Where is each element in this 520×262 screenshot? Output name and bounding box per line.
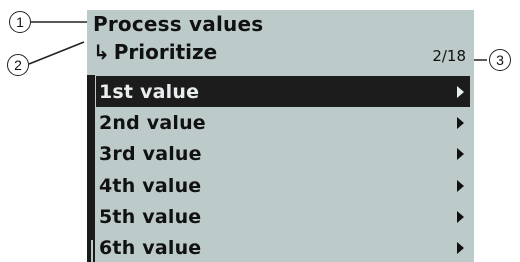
menu-item-label: 5th value [99, 205, 202, 228]
menu-item-label: 2nd value [99, 111, 206, 134]
menu-item-label: 4th value [99, 174, 202, 197]
menu-item-label: 1st value [99, 80, 200, 103]
callout-2-number: 2 [14, 57, 22, 73]
callout-1: 1 [9, 11, 31, 33]
callout-2-leader [28, 41, 85, 65]
item-counter: 2/18 [432, 47, 466, 65]
scrollbar-thumb[interactable] [87, 75, 95, 262]
menu-item-3rd-value[interactable]: 3rd value [96, 139, 470, 170]
chevron-right-icon [457, 148, 464, 161]
menu-item-label: 3rd value [99, 143, 202, 166]
lcd-display: Process values ↳ Prioritize 2/18 1st valu… [87, 10, 474, 262]
menu-item-1st-value[interactable]: 1st value [96, 76, 470, 108]
callout-1-number: 1 [16, 14, 24, 30]
chevron-right-icon [457, 179, 464, 192]
callout-2: 2 [7, 54, 29, 76]
submenu-label: Prioritize [113, 40, 218, 64]
menu-item-label: 6th value [99, 237, 202, 260]
callout-3: 3 [489, 49, 511, 71]
menu-list: 1st value 2nd value 3rd value 4th value … [96, 76, 474, 262]
chevron-right-icon [457, 116, 464, 129]
callout-3-number: 3 [496, 52, 504, 68]
chevron-right-icon [457, 85, 464, 98]
menu-title: Process values [93, 12, 264, 36]
menu-item-6th-value[interactable]: 6th value [96, 232, 470, 262]
submenu-path: ↳ Prioritize [93, 40, 217, 64]
menu-item-2nd-value[interactable]: 2nd value [96, 107, 470, 138]
return-arrow-icon: ↳ [93, 40, 110, 64]
scrollbar-gap [91, 240, 93, 262]
menu-item-5th-value[interactable]: 5th value [96, 201, 470, 232]
chevron-right-icon [457, 210, 464, 223]
menu-item-4th-value[interactable]: 4th value [96, 170, 470, 201]
chevron-right-icon [457, 242, 464, 255]
